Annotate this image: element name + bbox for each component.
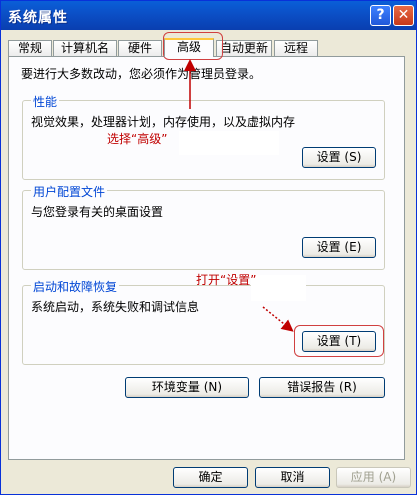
system-properties-window: 系统属性 ? ✕ 常规 计算机名 硬件 高级 自动更新 远程 要进行大多数改动，… [0,0,417,495]
annotation-arrows [184,59,294,332]
tab-advanced[interactable]: 高级 [164,38,214,57]
arrow-to-settings-button [262,306,294,332]
